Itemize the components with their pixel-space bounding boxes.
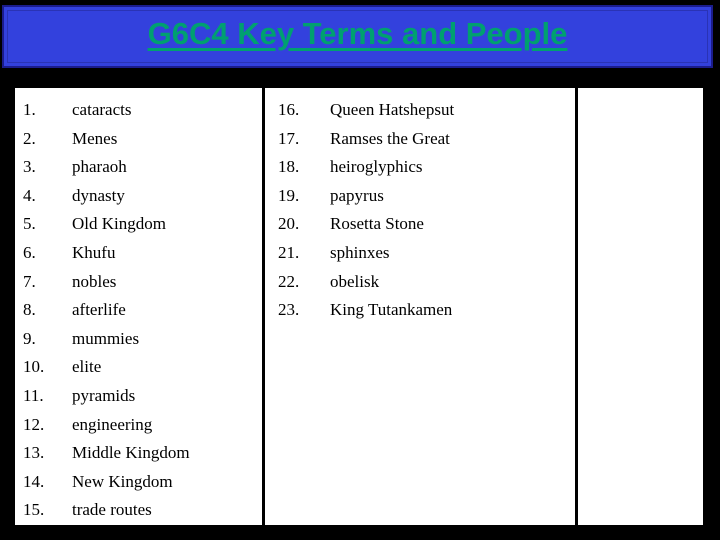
terms-column-left: 1. cataracts 2. Menes 3. pharaoh 4. dynasty 5. Ol…: [15, 88, 262, 525]
list-item: 10. elite: [23, 353, 262, 382]
list-item: 13. Middle Kingdom: [23, 439, 262, 468]
list-item-number: 23.: [278, 300, 300, 320]
list-item-number: 21.: [278, 242, 300, 262]
list-item-label: dynasty: [72, 185, 125, 205]
list-item: 15. trade routes: [23, 496, 262, 525]
list-item: 16. Queen Hatshepsut: [278, 96, 575, 125]
list-item-number: 8.: [23, 300, 36, 320]
terms-list-left: 1. cataracts 2. Menes 3. pharaoh 4. dynasty 5. Ol…: [15, 88, 262, 525]
list-item-label: nobles: [72, 271, 117, 291]
list-item: 8. afterlife: [23, 296, 262, 325]
list-item: 9. mummies: [23, 325, 262, 354]
title-banner: G6C4 Key Terms and People: [2, 5, 713, 68]
list-item-number: 18.: [278, 157, 300, 177]
list-item: 21. sphinxes: [278, 239, 575, 268]
list-item-number: 4.: [23, 185, 36, 205]
list-item-number: 7.: [23, 271, 36, 291]
list-item: 12. engineering: [23, 411, 262, 440]
list-item-number: 19.: [278, 185, 300, 205]
list-item-label: Queen Hatshepsut: [330, 100, 455, 119]
list-item-label: heiroglyphics: [330, 157, 423, 177]
terms-list-middle: 16. Queen Hatshepsut 17. Ramses the Great 18…: [265, 88, 575, 325]
list-item-label: pyramids: [72, 385, 136, 405]
list-item: 1. cataracts: [23, 96, 262, 125]
list-item: 19. papyrus: [278, 182, 575, 211]
list-item-number: 3.: [23, 157, 36, 177]
list-item-label: cataracts: [72, 100, 132, 119]
list-item-label: engineering: [72, 414, 153, 434]
list-item: 5. Old Kingdom: [23, 210, 262, 239]
list-item-number: 1.: [23, 100, 36, 119]
list-item-label: Khufu: [72, 242, 116, 262]
list-item-label: New Kingdom: [72, 471, 173, 491]
list-item-number: 16.: [278, 100, 300, 119]
key-terms-table: 1. cataracts 2. Menes 3. pharaoh 4. dynasty 5. Ol…: [15, 88, 703, 525]
slide: G6C4 Key Terms and People 1. cataracts 2. M…: [0, 0, 720, 540]
terms-list-right: [578, 88, 703, 96]
list-item-label: Old Kingdom: [72, 214, 166, 234]
list-item: 7. nobles: [23, 268, 262, 297]
page-title: G6C4 Key Terms and People: [147, 16, 568, 51]
list-item-number: 2.: [23, 128, 36, 148]
list-item-label: sphinxes: [330, 242, 390, 262]
list-item-label: mummies: [72, 328, 140, 348]
list-item: 4. dynasty: [23, 182, 262, 211]
list-item-number: 22.: [278, 271, 300, 291]
list-item-number: 15.: [23, 500, 45, 520]
list-item-number: 6.: [23, 242, 36, 262]
list-item-label: King Tutankamen: [330, 300, 453, 320]
list-item: 20. Rosetta Stone: [278, 210, 575, 239]
list-item: 6. Khufu: [23, 239, 262, 268]
list-item-label: Rosetta Stone: [330, 214, 424, 234]
list-item-label: Menes: [72, 128, 118, 148]
list-item: 18. heiroglyphics: [278, 153, 575, 182]
list-item: 17. Ramses the Great: [278, 125, 575, 154]
list-item-number: 10.: [23, 357, 45, 377]
list-item-label: obelisk: [330, 271, 380, 291]
list-item-label: afterlife: [72, 300, 126, 320]
list-item: 23. King Tutankamen: [278, 296, 575, 325]
list-item: 14. New Kingdom: [23, 468, 262, 497]
list-item-label: pharaoh: [72, 157, 127, 177]
list-item: 3. pharaoh: [23, 153, 262, 182]
list-item-number: 5.: [23, 214, 36, 234]
list-item-number: 14.: [23, 471, 45, 491]
list-item-number: 11.: [23, 385, 44, 405]
list-item-label: Ramses the Great: [330, 128, 450, 148]
terms-column-middle: 16. Queen Hatshepsut 17. Ramses the Great 18…: [262, 88, 575, 525]
list-item-number: 9.: [23, 328, 36, 348]
list-item-number: 12.: [23, 414, 45, 434]
list-item-label: trade routes: [72, 500, 152, 520]
list-item-number: 20.: [278, 214, 300, 234]
terms-column-right-empty: [575, 88, 703, 525]
list-item-label: elite: [72, 357, 102, 377]
list-item-label: papyrus: [330, 185, 384, 205]
list-item: 2. Menes: [23, 125, 262, 154]
list-item: 22. obelisk: [278, 268, 575, 297]
list-item: 11. pyramids: [23, 382, 262, 411]
list-item-number: 13.: [23, 443, 45, 463]
list-item-label: Middle Kingdom: [72, 443, 190, 463]
list-item-number: 17.: [278, 128, 300, 148]
